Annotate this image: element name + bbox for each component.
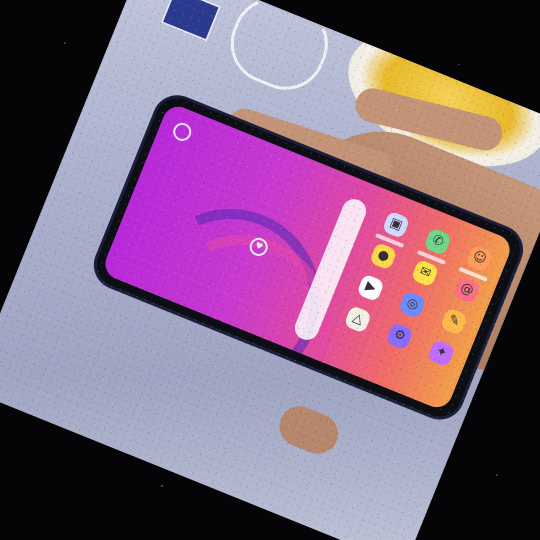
phone-icon: ✆ bbox=[423, 227, 453, 256]
messages-icon: ✉ bbox=[410, 258, 440, 288]
gallery-icon: ▣ bbox=[381, 210, 411, 240]
camera-icon: ● bbox=[368, 241, 398, 271]
bixby-icon: ✦ bbox=[426, 338, 456, 368]
play-store-icon: ▶ bbox=[356, 273, 385, 303]
status-icon bbox=[170, 120, 194, 144]
notes-icon: ✎ bbox=[439, 307, 469, 336]
google-drive-icon: △ bbox=[343, 305, 373, 334]
thumb bbox=[273, 400, 345, 460]
browser-icon: ◎ bbox=[397, 290, 427, 319]
contacts-icon: ☺ bbox=[465, 244, 494, 273]
settings-icon: ⚙ bbox=[385, 321, 414, 351]
email-icon: @ bbox=[452, 275, 482, 305]
blue-display-tag bbox=[160, 0, 222, 42]
photo-scene: ♥ ▣ ● ▶ △ ✆ ✉ ◎ ⚙ ☺ @ ✎ ✦ bbox=[0, 0, 540, 540]
